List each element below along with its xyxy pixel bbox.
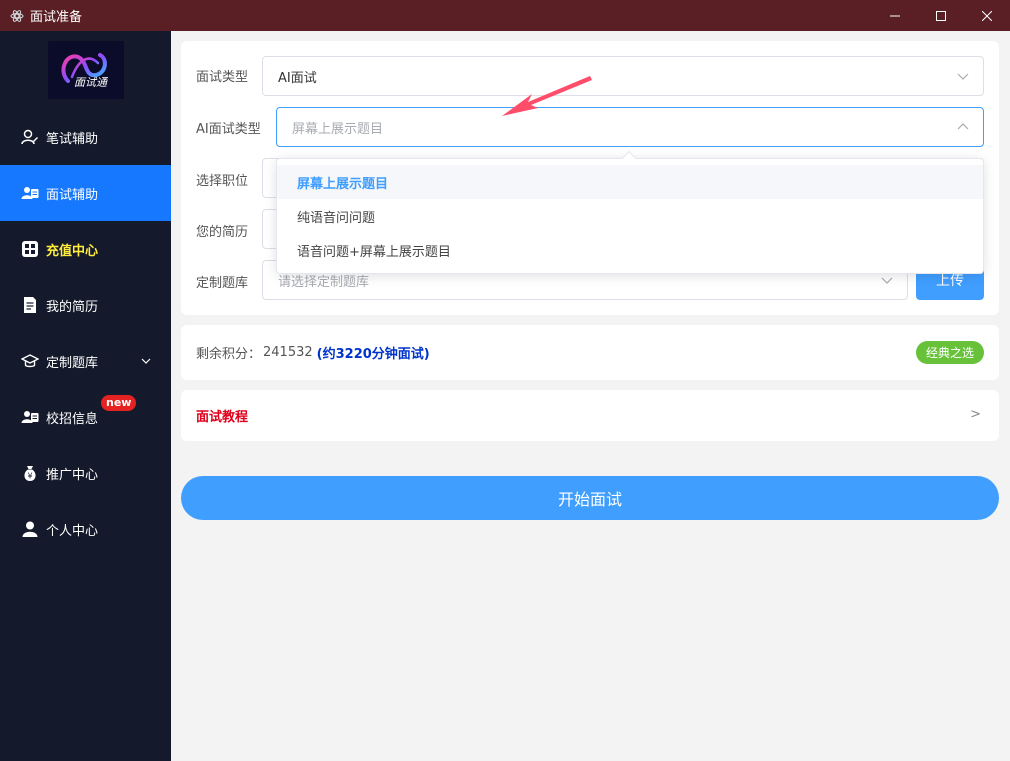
sidebar-item-label: 充值中心 <box>46 243 99 259</box>
sidebar-item-label: 我的简历 <box>46 299 99 315</box>
score-note: (约3220分钟面试) <box>316 347 430 362</box>
sidebar-item-question-bank[interactable]: 定制题库 <box>0 333 171 389</box>
user-card-icon <box>21 184 39 202</box>
sidebar-item-label: 校招信息 <box>46 411 99 427</box>
resume-label: 您的简历 <box>196 225 249 240</box>
score-card: 剩余积分： 241532 (约3220分钟面试) 经典之选 <box>181 325 999 380</box>
new-badge: new <box>101 395 137 411</box>
pen-user-icon <box>21 128 39 146</box>
grid-icon <box>21 240 39 258</box>
classic-badge[interactable]: 经典之选 <box>915 341 984 364</box>
money-bag-icon: ¥ <box>21 464 39 482</box>
dropdown-option-screen[interactable]: 屏幕上展示题目 <box>277 165 983 199</box>
form-row-interview-type: 面试类型 <box>196 66 262 85</box>
sidebar-nav: 笔试辅助 面试辅助 充值中心 我的简历 定制题库 校招信息 new ¥ 推广中心… <box>0 109 171 557</box>
start-interview-button[interactable]: 开始面试 <box>181 476 999 520</box>
chevron-down-icon[interactable] <box>141 355 151 370</box>
chevron-down-icon <box>957 70 969 86</box>
minimize-button[interactable] <box>872 0 918 31</box>
question-bank-label: 定制题库 <box>196 276 249 291</box>
interview-type-label: 面试类型 <box>196 70 249 85</box>
score-label: 剩余积分： <box>196 347 262 362</box>
logo-text: 面试通 <box>74 76 107 89</box>
ai-interview-type-label: AI面试类型 <box>196 122 261 137</box>
sidebar-item-label: 面试辅助 <box>46 187 99 203</box>
ai-interview-type-select[interactable]: 屏幕上展示题目 <box>276 107 984 147</box>
tutorial-label: 面试教程 <box>196 410 249 425</box>
sidebar-item-label: 笔试辅助 <box>46 131 99 147</box>
chevron-right-icon: > <box>970 407 981 422</box>
chevron-up-icon <box>957 121 969 137</box>
dropdown-option-voice[interactable]: 纯语音问问题 <box>277 199 983 233</box>
ai-interview-type-placeholder: 屏幕上展示题目 <box>292 121 384 137</box>
position-label: 选择职位 <box>196 174 249 189</box>
user-card-icon <box>21 408 39 426</box>
sidebar-item-personal[interactable]: 个人中心 <box>0 501 171 557</box>
app-logo: 面试通 <box>48 41 124 99</box>
maximize-button[interactable] <box>918 0 964 31</box>
interview-type-select[interactable]: AI面试 <box>262 56 984 96</box>
sidebar-item-label: 定制题库 <box>46 355 99 371</box>
chevron-down-icon <box>881 274 893 290</box>
document-icon <box>21 296 39 314</box>
form-row-ai-interview-type: AI面试类型 <box>196 118 276 137</box>
sidebar-item-promotion[interactable]: ¥ 推广中心 <box>0 445 171 501</box>
svg-text:¥: ¥ <box>27 472 32 481</box>
form-row-position: 选择职位 <box>196 170 262 189</box>
person-icon <box>21 520 39 538</box>
sidebar-item-resume[interactable]: 我的简历 <box>0 277 171 333</box>
title-bar: 面试准备 <box>0 0 1010 31</box>
app-icon <box>10 9 24 23</box>
interview-type-value: AI面试 <box>278 70 317 86</box>
sidebar-item-label: 个人中心 <box>46 523 99 539</box>
sidebar-item-label: 推广中心 <box>46 467 99 483</box>
sidebar-item-recharge[interactable]: 充值中心 <box>0 221 171 277</box>
close-icon <box>982 10 992 21</box>
form-row-resume: 您的简历 <box>196 221 262 240</box>
graduation-cap-icon <box>21 352 39 370</box>
sidebar-item-campus-recruit[interactable]: 校招信息 new <box>0 389 171 445</box>
close-button[interactable] <box>964 0 1010 31</box>
sidebar-item-written-test[interactable]: 笔试辅助 <box>0 109 171 165</box>
score-value: 241532 <box>263 345 313 360</box>
minimize-icon <box>890 15 900 16</box>
window-title: 面试准备 <box>30 10 83 25</box>
sidebar-item-interview[interactable]: 面试辅助 <box>0 165 171 221</box>
form-row-question-bank: 定制题库 <box>196 272 262 291</box>
maximize-icon <box>936 10 946 21</box>
ai-interview-type-dropdown: 屏幕上展示题目 纯语音问问题 语音问题+屏幕上展示题目 <box>276 150 984 274</box>
tutorial-card[interactable]: 面试教程 > <box>181 390 999 441</box>
dropdown-option-voice-screen[interactable]: 语音问题+屏幕上展示题目 <box>277 233 983 267</box>
sidebar: 面试通 笔试辅助 面试辅助 充值中心 我的简历 定制题库 校招信息 new ¥ … <box>0 31 171 761</box>
